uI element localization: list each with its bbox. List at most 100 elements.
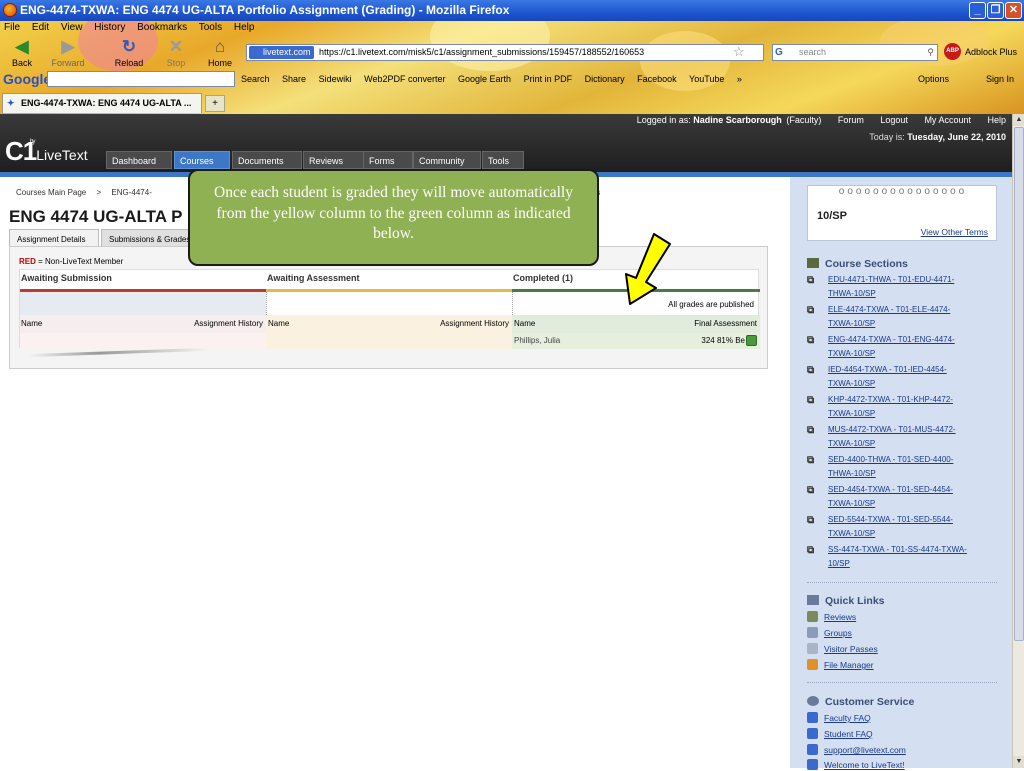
menu-edit[interactable]: Edit [32, 22, 49, 33]
yellow-column-bar [266, 289, 512, 292]
name-header: Name [21, 319, 43, 328]
quick-link-reviews[interactable]: Reviews [807, 611, 856, 623]
col-awaiting-submission: Awaiting Submission [21, 273, 112, 283]
quick-link-file-manager[interactable]: File Manager [807, 659, 874, 671]
col-awaiting-assessment: Awaiting Assessment [267, 273, 360, 283]
tab-forms[interactable]: Forms [363, 151, 413, 169]
vertical-scrollbar[interactable]: ▲ ▼ [1012, 114, 1024, 768]
gbar-youtube[interactable]: YouTube [689, 74, 724, 84]
bookmark-star-icon[interactable]: ☆ [733, 44, 745, 60]
quick-link-visitor-passes[interactable]: Visitor Passes [807, 643, 878, 655]
breadcrumb-course[interactable]: ENG-4474- [111, 188, 151, 197]
menu-history[interactable]: History [94, 22, 125, 33]
gbar-dictionary[interactable]: Dictionary [585, 74, 625, 84]
yellow-col-subheader: Name Assignment History [266, 315, 512, 333]
assignment-history-header[interactable]: Assignment History [194, 315, 263, 333]
quick-link-groups[interactable]: Groups [807, 627, 852, 639]
groups-icon [807, 627, 818, 638]
window-titlebar: ENG-4474-TXWA: ENG 4474 UG-ALTA Portfoli… [0, 0, 1024, 21]
course-sections-icon [807, 258, 819, 268]
gbar-search[interactable]: Search [241, 74, 270, 84]
menu-file[interactable]: File [4, 22, 20, 33]
gbar-facebook[interactable]: Facebook [637, 74, 677, 84]
tab-community[interactable]: Community [413, 151, 481, 169]
all-grades-published: All grades are published [668, 300, 754, 309]
my-account-link[interactable]: My Account [924, 115, 971, 125]
forward-button[interactable]: ▶ Forward [48, 38, 88, 69]
gbar-google-earth[interactable]: Google Earth [458, 74, 511, 84]
menu-bookmarks[interactable]: Bookmarks [137, 22, 187, 33]
menu-help[interactable]: Help [234, 22, 255, 33]
gbar-web2pdf[interactable]: Web2PDF converter [364, 74, 445, 84]
livetext-logo[interactable]: C1 by LiveText [5, 136, 88, 167]
page-title: ENG 4474 UG-ALTA P [9, 207, 183, 226]
spiral-rings-decoration: ooooooooooooooo [838, 186, 968, 197]
search-placeholder: search [799, 47, 827, 57]
course-sections-heading: Course Sections [807, 258, 908, 270]
restore-button[interactable]: ❐ [987, 2, 1004, 19]
home-icon: ⌂ [214, 37, 226, 56]
search-box[interactable]: G search ⚲ [772, 44, 938, 61]
gbar-options[interactable]: Options [918, 70, 949, 88]
divider [807, 582, 997, 583]
firefox-icon [3, 3, 17, 17]
student-name[interactable]: Phillips, Julia [514, 336, 560, 345]
faculty-faq-link[interactable]: Faculty FAQ [807, 712, 871, 724]
divider [807, 682, 997, 683]
logout-link[interactable]: Logout [880, 115, 908, 125]
table-row[interactable]: Phillips, Julia 324 81% Be [512, 333, 760, 349]
gbar-more[interactable]: » [737, 74, 742, 84]
gbar-signin[interactable]: Sign In [986, 70, 1014, 88]
forum-link[interactable]: Forum [838, 115, 864, 125]
scroll-thumb[interactable] [1014, 127, 1024, 641]
stop-button[interactable]: ✕ Stop [156, 38, 196, 69]
quick-links-heading: Quick Links [807, 595, 885, 607]
site-identity-badge[interactable]: livetext.com [249, 46, 314, 59]
home-button[interactable]: ⌂ Home [200, 37, 240, 69]
browser-tab[interactable]: ✦ ENG-4474-TXWA: ENG 4474 UG-ALTA ... [2, 93, 202, 113]
help-link[interactable]: Help [987, 115, 1006, 125]
tab-courses[interactable]: Courses [174, 151, 230, 169]
final-grade[interactable]: 324 81% Be [701, 333, 745, 349]
search-icon[interactable]: ⚲ [927, 45, 934, 60]
info-icon [807, 728, 818, 739]
customer-service-icon [807, 696, 819, 706]
address-bar[interactable]: livetext.com https://c1.livetext.com/mis… [246, 44, 764, 61]
reload-button[interactable]: ↻ Reload [109, 38, 149, 69]
breadcrumb: Courses Main Page > ENG-4474- ts [16, 188, 600, 197]
breadcrumb-courses-main[interactable]: Courses Main Page [16, 188, 86, 197]
books-icon: ⧉ [807, 515, 815, 526]
livetext-favicon: ✦ [7, 98, 15, 108]
minimize-button[interactable]: _ [969, 2, 986, 19]
gbar-share[interactable]: Share [282, 74, 306, 84]
close-button[interactable]: ✕ [1005, 2, 1022, 19]
assignment-history-header[interactable]: Assignment History [440, 315, 509, 333]
tab-dashboard[interactable]: Dashboard [106, 151, 172, 169]
view-other-terms-link[interactable]: View Other Terms [921, 227, 988, 237]
tab-strip: ✦ ENG-4474-TXWA: ENG 4474 UG-ALTA ... + [0, 93, 1024, 113]
gbar-print-pdf[interactable]: Print in PDF [524, 74, 573, 84]
search-engine-icon[interactable]: G [775, 45, 783, 60]
back-button[interactable]: ◀ Back [2, 38, 42, 69]
scroll-down-arrow[interactable]: ▼ [1013, 756, 1024, 768]
welcome-link[interactable]: Welcome to LiveText! [807, 759, 905, 771]
menu-view[interactable]: View [61, 22, 83, 33]
student-faq-link[interactable]: Student FAQ [807, 728, 873, 740]
support-email-link[interactable]: support@livetext.com [807, 744, 906, 756]
browser-tab-label: ENG-4474-TXWA: ENG 4474 UG-ALTA ... [21, 98, 192, 108]
col-completed: Completed (1) [513, 273, 574, 283]
menu-tools[interactable]: Tools [199, 22, 222, 33]
yellow-col-empty-row [266, 333, 512, 349]
new-tab-button[interactable]: + [205, 95, 225, 112]
books-icon: ⧉ [807, 305, 815, 316]
grade-document-icon[interactable] [746, 335, 757, 346]
current-term: 10/SP [817, 210, 847, 222]
adblock-label[interactable]: Adblock Plus [965, 47, 1017, 57]
tab-documents[interactable]: Documents [232, 151, 302, 169]
adblock-icon[interactable]: ABP [944, 43, 961, 60]
scroll-up-arrow[interactable]: ▲ [1013, 114, 1024, 126]
gbar-sidewiki[interactable]: Sidewiki [319, 74, 352, 84]
google-search-input[interactable] [47, 71, 235, 87]
tab-tools[interactable]: Tools [482, 151, 524, 169]
books-icon: ⧉ [807, 545, 815, 556]
